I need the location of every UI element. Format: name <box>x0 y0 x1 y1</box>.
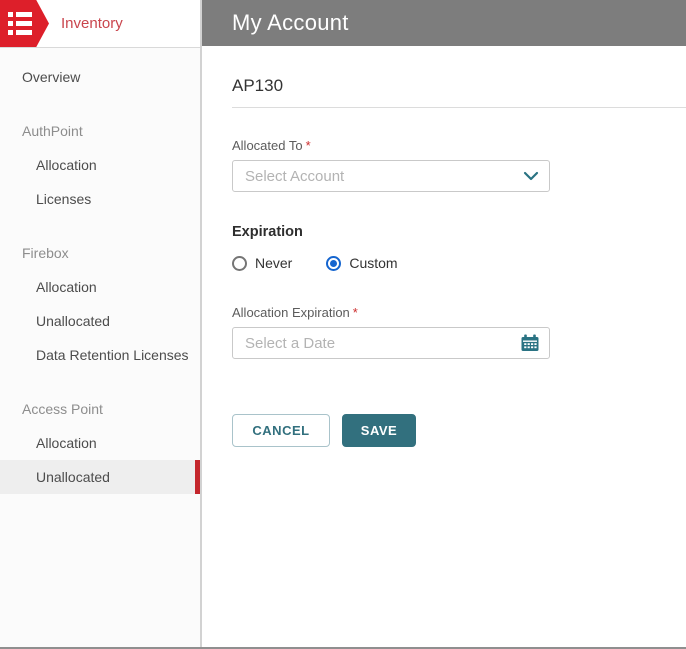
sidebar-group-access-point: Access Point <box>0 392 200 426</box>
sidebar-item-access-point-unallocated[interactable]: Unallocated <box>0 460 200 494</box>
sidebar-item-access-point-allocation[interactable]: Allocation <box>0 426 200 460</box>
sidebar-item-overview[interactable]: Overview <box>0 60 200 94</box>
active-item-indicator <box>195 460 200 494</box>
main-content: AP130 Allocated To* Expiration Never <box>202 46 686 447</box>
radio-custom-label: Custom <box>349 255 397 271</box>
allocation-expiration-label-text: Allocation Expiration <box>232 305 350 320</box>
allocation-expiration-date-field[interactable] <box>232 327 550 359</box>
sidebar-group-firebox: Firebox <box>0 236 200 270</box>
main-header: My Account <box>202 0 686 46</box>
date-input[interactable] <box>245 335 521 352</box>
allocated-to-select-input[interactable] <box>245 168 523 185</box>
allocated-to-label: Allocated To* <box>232 138 550 153</box>
page-title: My Account <box>232 10 349 36</box>
sidebar-item-authpoint-licenses[interactable]: Licenses <box>0 182 200 216</box>
allocation-expiration-label: Allocation Expiration* <box>232 305 550 320</box>
expiration-heading: Expiration <box>232 224 550 240</box>
sidebar: Inventory Overview AuthPoint Allocation … <box>0 0 202 647</box>
radio-never-icon[interactable] <box>232 256 247 271</box>
sidebar-header: Inventory <box>0 0 200 48</box>
sidebar-nav: Overview AuthPoint Allocation Licenses F… <box>0 48 200 494</box>
allocated-to-select[interactable] <box>232 160 550 192</box>
radio-option-custom[interactable]: Custom <box>326 255 397 271</box>
allocated-to-label-text: Allocated To <box>232 138 303 153</box>
sidebar-item-firebox-allocation[interactable]: Allocation <box>0 270 200 304</box>
sidebar-group-authpoint: AuthPoint <box>0 114 200 148</box>
device-name-field[interactable]: AP130 <box>232 76 686 108</box>
radio-custom-icon[interactable] <box>326 256 341 271</box>
app-window: Inventory Overview AuthPoint Allocation … <box>0 0 686 649</box>
inventory-pennant-badge[interactable] <box>0 0 49 47</box>
sidebar-title: Inventory <box>61 15 123 32</box>
allocation-form: Allocated To* Expiration Never <box>232 138 550 447</box>
radio-never-label: Never <box>255 255 292 271</box>
sidebar-item-firebox-data-retention-licenses[interactable]: Data Retention Licenses <box>0 338 200 372</box>
menu-list-icon <box>8 12 32 35</box>
sidebar-item-firebox-unallocated[interactable]: Unallocated <box>0 304 200 338</box>
main-panel: My Account AP130 Allocated To* Expiratio… <box>202 0 686 647</box>
calendar-icon[interactable] <box>521 334 539 352</box>
expiration-radio-group: Never Custom <box>232 255 550 271</box>
chevron-down-icon[interactable] <box>523 171 539 181</box>
required-asterisk: * <box>353 305 358 320</box>
sidebar-item-label: Unallocated <box>36 469 110 485</box>
radio-option-never[interactable]: Never <box>232 255 292 271</box>
cancel-button[interactable]: CANCEL <box>232 414 330 447</box>
required-asterisk: * <box>306 138 311 153</box>
save-button[interactable]: SAVE <box>342 414 416 447</box>
form-actions: CANCEL SAVE <box>232 414 550 447</box>
sidebar-item-authpoint-allocation[interactable]: Allocation <box>0 148 200 182</box>
